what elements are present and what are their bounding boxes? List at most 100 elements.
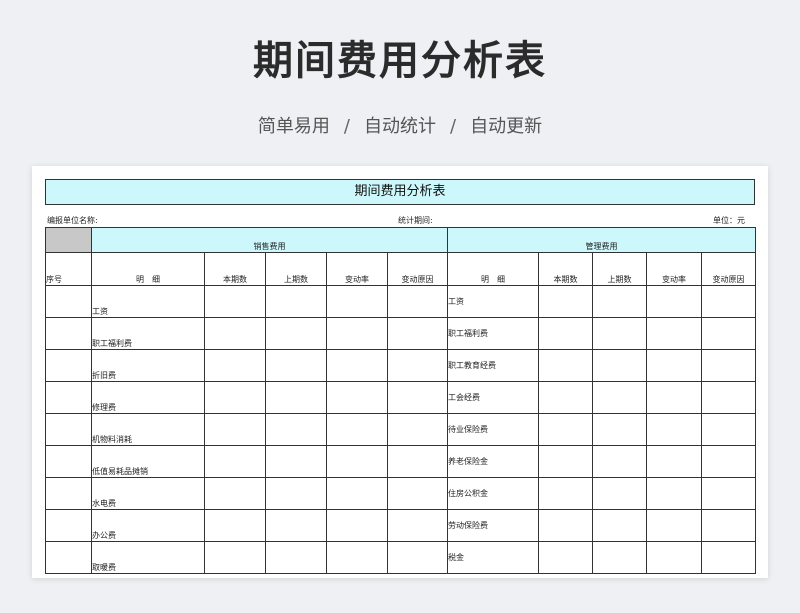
sales-change-reason-cell[interactable] [386, 413, 449, 446]
sales-previous-cell[interactable] [265, 381, 327, 414]
admin-item-cell[interactable]: 工会经费 [447, 381, 540, 414]
col-detail: 明 细 [447, 252, 540, 286]
seq-cell[interactable] [45, 541, 92, 574]
admin-change-rate-cell[interactable] [646, 381, 703, 414]
sales-change-rate-cell[interactable] [326, 381, 388, 414]
sales-current-cell[interactable] [204, 509, 266, 542]
seq-cell[interactable] [45, 445, 92, 478]
sales-change-reason-cell[interactable] [386, 509, 449, 542]
admin-change-reason-cell[interactable] [701, 349, 757, 382]
sales-item-cell[interactable]: 低值易耗品摊销 [91, 445, 205, 478]
admin-current-cell[interactable] [538, 541, 594, 574]
sales-change-reason-cell[interactable] [386, 349, 449, 382]
sales-change-rate-cell[interactable] [326, 477, 388, 510]
seq-cell[interactable] [45, 317, 92, 350]
sales-change-rate-cell[interactable] [326, 317, 388, 350]
sales-current-cell[interactable] [204, 413, 266, 446]
admin-previous-cell[interactable] [592, 541, 648, 574]
sales-change-rate-cell[interactable] [326, 509, 388, 542]
sales-current-cell[interactable] [204, 285, 266, 318]
admin-item-cell[interactable]: 工资 [447, 285, 540, 318]
sales-change-reason-cell[interactable] [386, 477, 449, 510]
sales-item-cell[interactable]: 取暖费 [91, 541, 205, 574]
sales-change-rate-cell[interactable] [326, 349, 388, 382]
sales-change-rate-cell[interactable] [326, 413, 388, 446]
admin-current-cell[interactable] [538, 349, 594, 382]
sales-previous-cell[interactable] [265, 541, 327, 574]
admin-previous-cell[interactable] [592, 349, 648, 382]
sales-change-rate-cell[interactable] [326, 541, 388, 574]
admin-current-cell[interactable] [538, 413, 594, 446]
admin-current-cell[interactable] [538, 285, 594, 318]
admin-change-reason-cell[interactable] [701, 413, 757, 446]
admin-item-cell[interactable]: 住房公积金 [447, 477, 540, 510]
sales-item-cell[interactable]: 折旧费 [91, 349, 205, 382]
sales-current-cell[interactable] [204, 317, 266, 350]
sales-change-reason-cell[interactable] [386, 381, 449, 414]
admin-change-reason-cell[interactable] [701, 285, 757, 318]
admin-change-reason-cell[interactable] [701, 317, 757, 350]
admin-item-cell[interactable]: 待业保险费 [447, 413, 540, 446]
sales-previous-cell[interactable] [265, 445, 327, 478]
sales-previous-cell[interactable] [265, 477, 327, 510]
sales-item-cell[interactable]: 办公费 [91, 509, 205, 542]
sales-previous-cell[interactable] [265, 509, 327, 542]
admin-change-rate-cell[interactable] [646, 541, 703, 574]
admin-change-rate-cell[interactable] [646, 413, 703, 446]
sales-change-reason-cell[interactable] [386, 317, 449, 350]
seq-cell[interactable] [45, 285, 92, 318]
admin-previous-cell[interactable] [592, 413, 648, 446]
seq-cell[interactable] [45, 509, 92, 542]
sales-previous-cell[interactable] [265, 413, 327, 446]
admin-current-cell[interactable] [538, 509, 594, 542]
sales-previous-cell[interactable] [265, 317, 327, 350]
admin-change-rate-cell[interactable] [646, 285, 703, 318]
admin-previous-cell[interactable] [592, 381, 648, 414]
sales-current-cell[interactable] [204, 477, 266, 510]
seq-cell[interactable] [45, 413, 92, 446]
sales-change-reason-cell[interactable] [386, 541, 449, 574]
seq-cell[interactable] [45, 477, 92, 510]
sales-item-cell[interactable]: 水电费 [91, 477, 205, 510]
admin-change-rate-cell[interactable] [646, 317, 703, 350]
sales-current-cell[interactable] [204, 541, 266, 574]
sales-item-cell[interactable]: 职工福利费 [91, 317, 205, 350]
admin-item-cell[interactable]: 养老保险金 [447, 445, 540, 478]
admin-current-cell[interactable] [538, 317, 594, 350]
sales-item-cell[interactable]: 修理费 [91, 381, 205, 414]
admin-previous-cell[interactable] [592, 317, 648, 350]
admin-item-cell[interactable]: 劳动保险费 [447, 509, 540, 542]
admin-change-rate-cell[interactable] [646, 509, 703, 542]
sales-current-cell[interactable] [204, 445, 266, 478]
admin-change-reason-cell[interactable] [701, 541, 757, 574]
admin-previous-cell[interactable] [592, 445, 648, 478]
sales-previous-cell[interactable] [265, 349, 327, 382]
admin-change-rate-cell[interactable] [646, 477, 703, 510]
admin-current-cell[interactable] [538, 477, 594, 510]
sales-item-cell[interactable]: 工资 [91, 285, 205, 318]
admin-previous-cell[interactable] [592, 509, 648, 542]
sales-current-cell[interactable] [204, 381, 266, 414]
sales-previous-cell[interactable] [265, 285, 327, 318]
admin-change-reason-cell[interactable] [701, 381, 757, 414]
admin-item-cell[interactable]: 税金 [447, 541, 540, 574]
admin-item-cell[interactable]: 职工福利费 [447, 317, 540, 350]
seq-cell[interactable] [45, 349, 92, 382]
sales-change-reason-cell[interactable] [386, 285, 449, 318]
admin-change-reason-cell[interactable] [701, 445, 757, 478]
admin-change-rate-cell[interactable] [646, 349, 703, 382]
admin-item-cell[interactable]: 职工教育经费 [447, 349, 540, 382]
admin-previous-cell[interactable] [592, 285, 648, 318]
sales-current-cell[interactable] [204, 349, 266, 382]
seq-cell[interactable] [45, 381, 92, 414]
admin-previous-cell[interactable] [592, 477, 648, 510]
admin-change-rate-cell[interactable] [646, 445, 703, 478]
admin-change-reason-cell[interactable] [701, 477, 757, 510]
sales-change-rate-cell[interactable] [326, 285, 388, 318]
sales-change-reason-cell[interactable] [386, 445, 449, 478]
admin-current-cell[interactable] [538, 445, 594, 478]
admin-current-cell[interactable] [538, 381, 594, 414]
admin-change-reason-cell[interactable] [701, 509, 757, 542]
sales-item-cell[interactable]: 机物料消耗 [91, 413, 205, 446]
sales-change-rate-cell[interactable] [326, 445, 388, 478]
